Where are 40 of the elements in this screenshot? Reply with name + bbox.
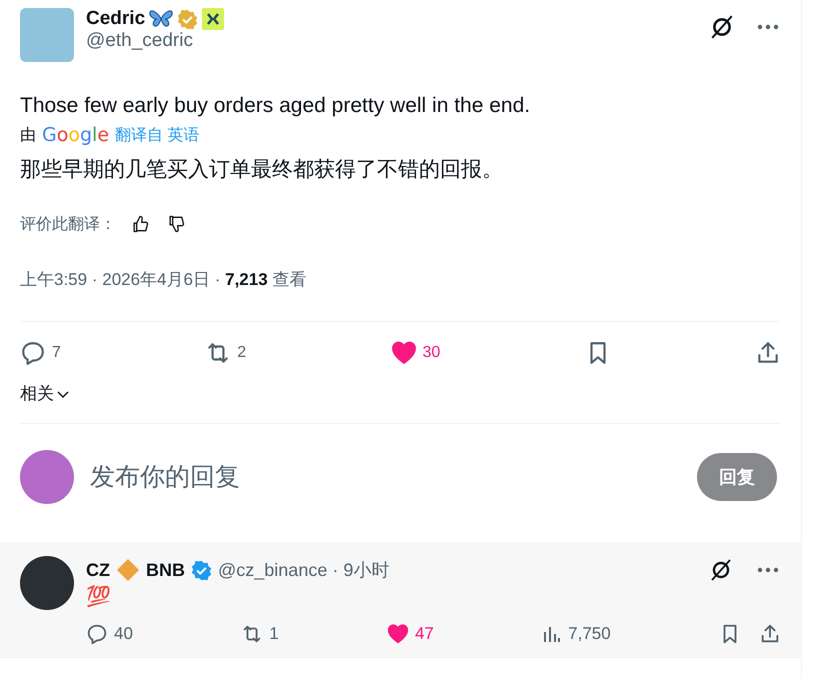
tweet-text: Those few early buy orders aged pretty well in the end. — [19, 93, 532, 119]
translated-text: 那些早期的几笔买入订单最终都获得了不错的回报。 — [19, 157, 504, 183]
heart-icon — [390, 340, 416, 366]
more-icon — [757, 567, 779, 573]
bar-chart-icon — [542, 624, 562, 644]
like-button[interactable]: 47 — [386, 623, 434, 645]
author-name[interactable]: CZ — [86, 560, 110, 580]
repost-icon — [241, 623, 264, 645]
affiliate-badge-icon — [202, 8, 224, 30]
verified-badge-icon — [191, 560, 212, 580]
related-dropdown[interactable]: 相关 — [0, 382, 90, 423]
verified-badge-icon — [177, 8, 198, 30]
translation-source-link[interactable]: 翻译自 英语 — [115, 124, 200, 146]
reply-text: 💯 — [86, 584, 112, 609]
author-handle[interactable]: @eth_cedric — [86, 30, 695, 52]
avatar-placeholder[interactable] — [20, 556, 74, 610]
diamond-icon — [116, 558, 140, 582]
author-name-suffix: BNB — [146, 560, 185, 580]
repost-button[interactable]: 1 — [241, 623, 279, 645]
heart-icon — [386, 623, 409, 645]
speech-bubble-icon — [20, 340, 46, 366]
like-button[interactable]: 30 — [390, 340, 440, 366]
reply-button[interactable]: 7 — [20, 340, 61, 366]
more-button[interactable] — [755, 565, 781, 575]
butterfly-icon — [149, 9, 174, 29]
translated-by-label: 由 — [20, 126, 36, 146]
speech-bubble-icon — [86, 623, 108, 645]
slashed-circle-icon — [709, 558, 733, 582]
more-button[interactable] — [755, 22, 781, 32]
views-button[interactable]: 7,750 — [542, 624, 611, 644]
avatar-placeholder — [20, 450, 74, 504]
google-logo: Google — [42, 124, 110, 146]
slashed-circle-icon — [709, 14, 735, 40]
rate-translation-label: 评价此翻译： — [20, 214, 116, 234]
reply-button[interactable]: 40 — [86, 623, 133, 645]
more-icon — [757, 24, 779, 30]
handle-time[interactable]: @cz_binance · 9小时 — [218, 558, 390, 582]
author-name[interactable]: Cedric — [86, 8, 146, 30]
repost-button[interactable]: 2 — [205, 340, 246, 366]
timestamp-views: 上午3:59 · 2026年4月6日 · 7,213 查看 — [19, 269, 308, 291]
